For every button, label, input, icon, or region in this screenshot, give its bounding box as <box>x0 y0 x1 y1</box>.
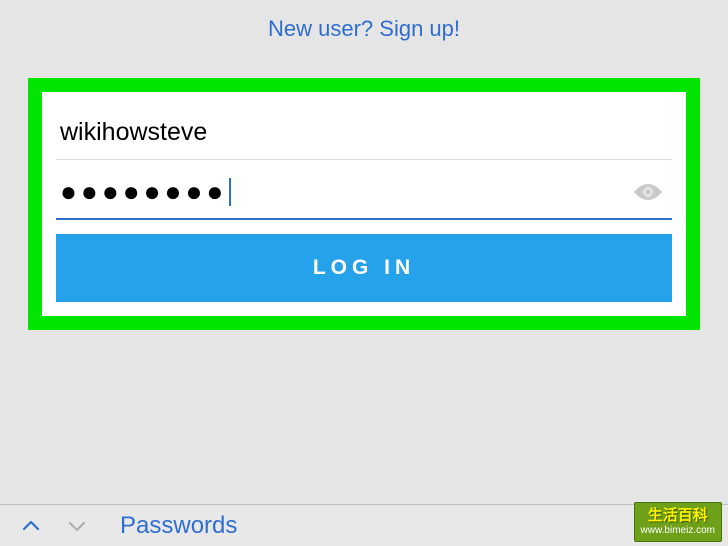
login-form-card: ●●●●●●●● LOG IN <box>42 92 686 316</box>
password-input[interactable]: ●●●●●●●● <box>60 178 628 206</box>
password-row: ●●●●●●●● <box>56 160 672 220</box>
login-form-highlight: ●●●●●●●● LOG IN <box>28 78 700 330</box>
show-password-eye-icon[interactable] <box>628 181 668 203</box>
text-cursor <box>229 178 231 206</box>
watermark-title: 生活百科 <box>641 507 715 525</box>
login-button[interactable]: LOG IN <box>56 234 672 302</box>
passwords-autofill-button[interactable]: Passwords <box>120 512 237 540</box>
next-field-chevron-down-icon[interactable] <box>66 515 88 537</box>
watermark-url: www.bimeiz.com <box>641 525 715 537</box>
keyboard-accessory-bar: Passwords <box>0 504 728 546</box>
username-input[interactable] <box>56 104 672 160</box>
prev-field-chevron-up-icon[interactable] <box>20 515 42 537</box>
watermark-badge: 生活百科 www.bimeiz.com <box>634 502 722 542</box>
signup-link[interactable]: New user? Sign up! <box>0 0 728 70</box>
password-masked-value: ●●●●●●●● <box>60 178 227 206</box>
